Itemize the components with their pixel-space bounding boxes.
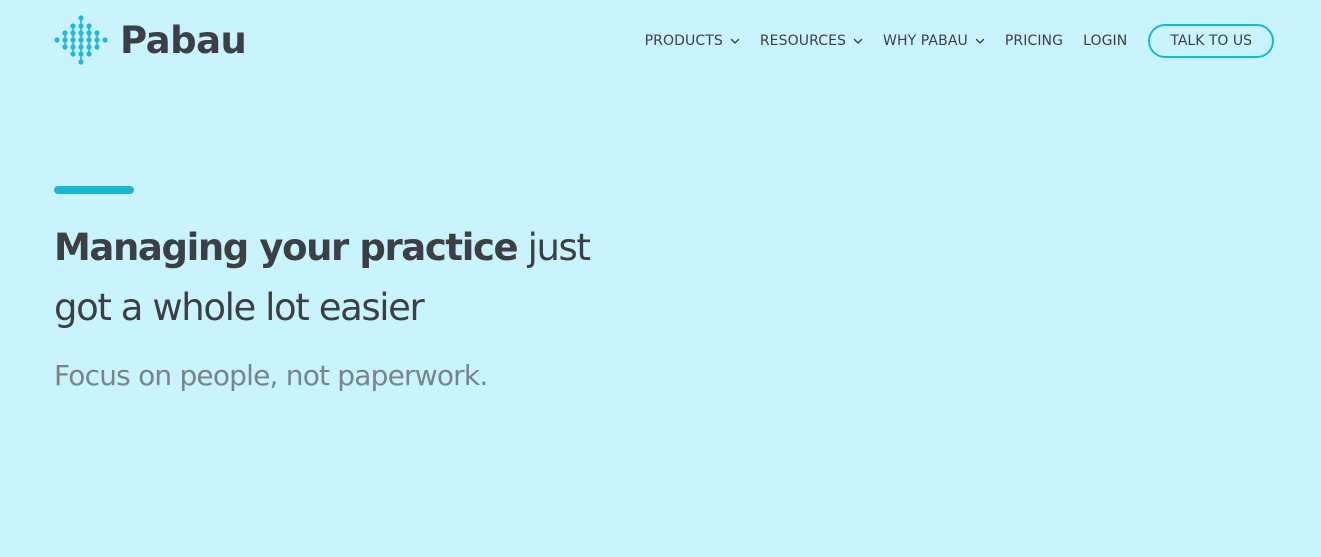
chevron-down-icon: [975, 38, 985, 44]
hero-title-bold: Managing your practice: [54, 226, 519, 269]
nav-item-label: PRODUCTS: [644, 33, 723, 49]
nav-item-label: RESOURCES: [759, 33, 847, 49]
nav-item-label: WHY PABAU: [883, 33, 968, 49]
nav-item-why-pabau[interactable]: WHY PABAU: [883, 33, 985, 49]
main-nav: PRODUCTS RESOURCES WHY PABAU PRICING LOG…: [645, 22, 1274, 60]
pabau-logo-icon: [54, 15, 108, 65]
nav-item-products[interactable]: PRODUCTS: [645, 33, 740, 49]
logo-wordmark: Pabau: [120, 18, 247, 62]
nav-item-label: LOGIN: [1083, 33, 1128, 49]
hero-subtitle: Focus on people, not paperwork.: [54, 359, 488, 392]
nav-item-login[interactable]: LOGIN: [1083, 33, 1127, 49]
nav-item-resources[interactable]: RESOURCES: [760, 33, 863, 49]
chevron-down-icon: [853, 38, 863, 44]
logo-link[interactable]: Pabau: [54, 14, 247, 66]
talk-to-us-button[interactable]: TALK TO US: [1148, 24, 1274, 58]
nav-item-label: PRICING: [1004, 33, 1064, 49]
page: Pabau PRODUCTS RESOURCES WHY PABAU PRICI…: [0, 0, 1321, 557]
accent-bar: [54, 186, 134, 194]
nav-item-pricing[interactable]: PRICING: [1005, 33, 1063, 49]
chevron-down-icon: [730, 38, 740, 44]
hero-title: Managing your practice just got a whole …: [54, 218, 654, 338]
